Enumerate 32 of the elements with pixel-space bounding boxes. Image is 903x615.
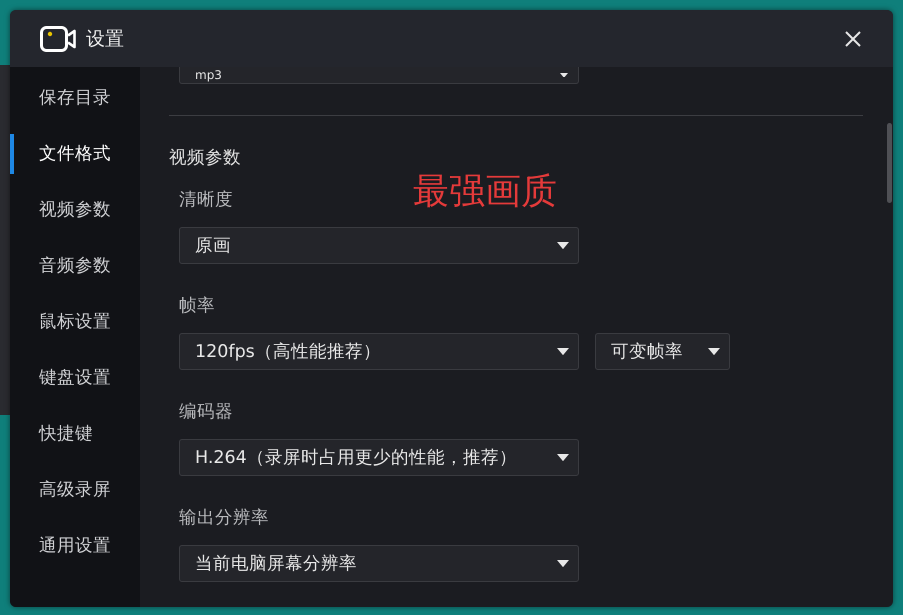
scrollbar-thumb[interactable] — [887, 123, 892, 203]
annotation-text: 最强画质 — [413, 172, 557, 212]
field-label: 输出分辨率 — [179, 507, 269, 530]
sidebar-item[interactable]: 快捷键 — [10, 414, 140, 454]
field-label: 帧率 — [179, 295, 215, 318]
caret-down-icon — [557, 242, 569, 250]
dropdown[interactable]: 可变帧率 — [595, 333, 730, 370]
field-label: 清晰度 — [179, 189, 233, 212]
close-icon — [845, 30, 861, 46]
caret-down-icon — [708, 348, 720, 356]
caret-down-icon — [557, 560, 569, 568]
sidebar-item[interactable]: 视频参数 — [10, 190, 140, 230]
close-button[interactable] — [844, 30, 862, 48]
window-title: 设置 — [86, 26, 124, 50]
section-title: 视频参数 — [169, 147, 242, 170]
sidebar-item[interactable]: 键盘设置 — [10, 358, 140, 398]
dropdown[interactable]: 原画 — [179, 227, 579, 264]
caret-down-icon — [557, 348, 569, 356]
dropdown[interactable]: 当前电脑屏幕分辨率 — [179, 545, 579, 582]
video-camera-icon — [40, 26, 76, 52]
sidebar-item[interactable]: 保存目录 — [10, 78, 140, 118]
field-label: 编码器 — [179, 401, 233, 424]
sidebar-item[interactable]: 通用设置 — [10, 526, 140, 566]
dropdown[interactable]: 120fps（高性能推荐） — [179, 333, 579, 370]
caret-down-icon — [557, 454, 569, 462]
dropdown[interactable]: H.264（录屏时占用更少的性能，推荐） — [179, 439, 579, 476]
sidebar-item[interactable]: 鼠标设置 — [10, 302, 140, 342]
caret-down-icon — [560, 72, 568, 78]
format-dropdown[interactable]: mp3 — [179, 67, 579, 84]
sidebar-item[interactable]: 高级录屏 — [10, 470, 140, 510]
sidebar-item[interactable]: 文件格式 — [10, 134, 140, 174]
sidebar-item[interactable]: 音频参数 — [10, 246, 140, 286]
